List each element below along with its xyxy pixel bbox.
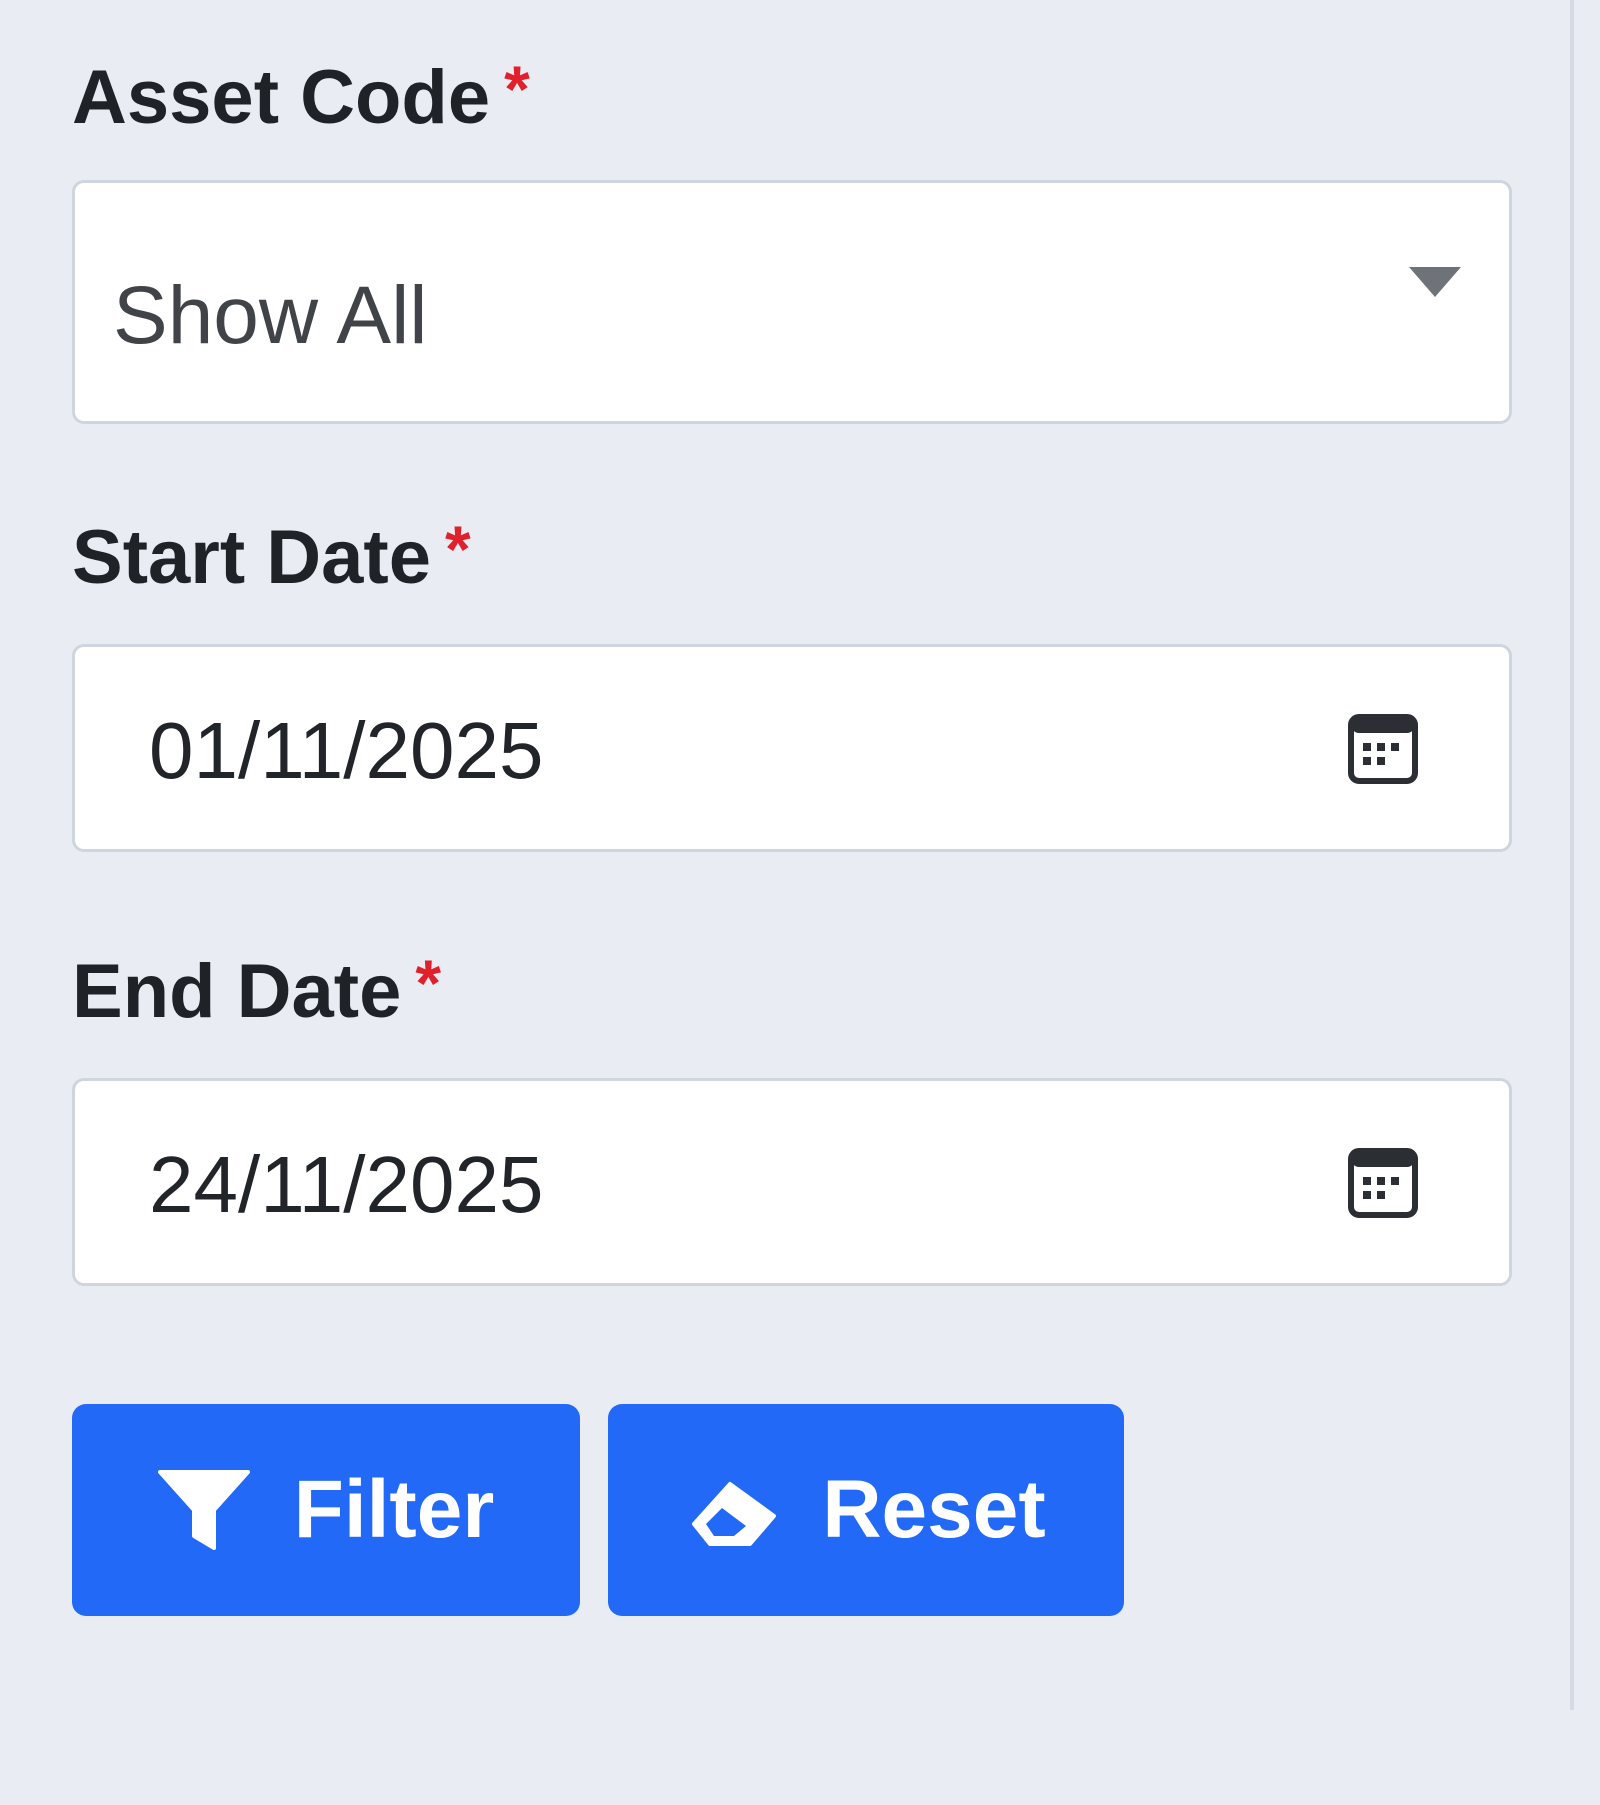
calendar-icon[interactable] (1347, 709, 1419, 785)
asset-code-label: Asset Code * (72, 52, 1512, 140)
start-date-label: Start Date * (72, 512, 1512, 600)
filter-icon (157, 1470, 250, 1550)
start-date-input[interactable]: 01/11/2025 (72, 644, 1512, 852)
reset-button-label: Reset (822, 1464, 1046, 1555)
end-date-label: End Date * (72, 946, 1512, 1034)
asset-code-select[interactable]: Show All (72, 180, 1512, 424)
required-indicator: * (504, 52, 530, 126)
end-date-label-text: End Date (72, 949, 402, 1034)
panel-divider (1570, 0, 1574, 1710)
filter-button-label: Filter (293, 1464, 495, 1555)
asset-code-label-text: Asset Code (72, 55, 491, 140)
filter-button[interactable]: Filter (72, 1404, 580, 1616)
filter-form: Asset Code * Show All Start Date * 01/11… (72, 52, 1512, 1616)
required-indicator: * (445, 512, 471, 586)
end-date-value: 24/11/2025 (149, 1140, 544, 1229)
required-indicator: * (415, 946, 442, 1020)
reset-button[interactable]: Reset (608, 1404, 1124, 1616)
start-date-label-text: Start Date (72, 515, 431, 600)
chevron-down-icon (1409, 267, 1461, 297)
form-actions: Filter Reset (72, 1404, 1512, 1616)
eraser-icon (692, 1482, 777, 1546)
asset-code-selected-value: Show All (113, 270, 428, 361)
end-date-input[interactable]: 24/11/2025 (72, 1078, 1512, 1286)
start-date-value: 01/11/2025 (149, 706, 544, 795)
calendar-icon[interactable] (1347, 1143, 1419, 1219)
